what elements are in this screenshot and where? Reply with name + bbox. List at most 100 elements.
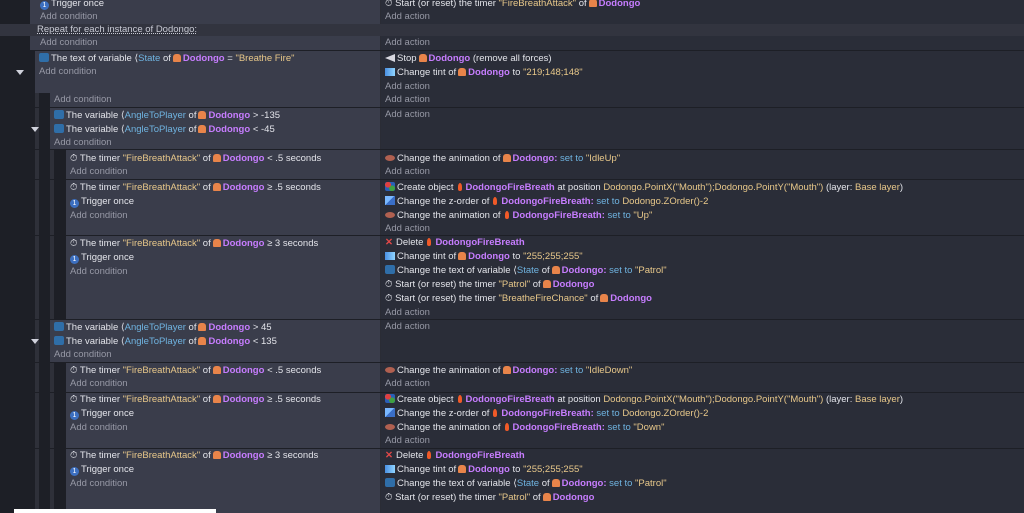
- add-condition-link[interactable]: Add condition: [70, 421, 128, 435]
- condition-angle-gt[interactable]: The variable ⟨AngleToPlayer of Dodongo > …: [54, 109, 280, 123]
- action-change-text-variable[interactable]: Change the text of variable ⟨State of Dod…: [385, 264, 667, 278]
- dodongo-icon: [198, 323, 207, 331]
- event-timer-ge-up: ⏱ The timer "FireBreathAttack" of Dodongo…: [0, 180, 1024, 235]
- add-action-link[interactable]: Add action: [385, 93, 430, 107]
- variable-icon: [54, 322, 64, 331]
- add-action-link[interactable]: Add action: [385, 165, 430, 179]
- event-timer-3-up: ⏱ The timer "FireBreathAttack" of Dodongo…: [0, 236, 1024, 319]
- delete-icon: ✕: [385, 237, 393, 248]
- add-condition-link[interactable]: Add condition: [54, 348, 112, 362]
- fire-breath-icon: [427, 451, 432, 459]
- action-change-animation[interactable]: Change the animation of Dodongo: set to "…: [385, 364, 632, 378]
- dodongo-icon: [458, 465, 467, 473]
- fire-breath-icon: [504, 423, 509, 431]
- add-condition-link[interactable]: Add condition: [70, 377, 128, 391]
- action-change-animation[interactable]: Change the animation of Dodongo: set to "…: [385, 152, 620, 166]
- variable-icon: [385, 265, 395, 274]
- timer-icon: ⏱: [70, 182, 80, 193]
- tint-icon: [385, 465, 395, 473]
- add-action-link[interactable]: Add action: [385, 80, 430, 94]
- action-change-tint[interactable]: Change tint of Dodongo to "219;148;148": [385, 66, 583, 80]
- action-start-timer-chance[interactable]: ⏱ Start (or reset) the timer "BreatheFir…: [385, 292, 652, 306]
- condition-timer[interactable]: ⏱ The timer "FireBreathAttack" of Dodongo…: [70, 181, 321, 195]
- action-create-object[interactable]: Create object DodongoFireBreath at positi…: [385, 181, 903, 195]
- action-create-object[interactable]: Create object DodongoFireBreath at positi…: [385, 393, 903, 407]
- condition-trigger-once[interactable]: 1 Trigger once: [70, 463, 134, 477]
- fire-breath-icon: [504, 211, 509, 219]
- add-condition-link[interactable]: Add condition: [40, 10, 98, 24]
- repeat-header[interactable]: Repeat for each instance of Dodongo:: [0, 24, 1024, 36]
- timer-icon: ⏱: [385, 0, 396, 9]
- action-change-animation[interactable]: Change the animation of DodongoFireBreath…: [385, 421, 664, 435]
- action-change-zorder[interactable]: Change the z-order of DodongoFireBreath: …: [385, 407, 708, 421]
- action-change-tint[interactable]: Change tint of Dodongo to "255;255;255": [385, 250, 583, 264]
- collapse-arrow-icon[interactable]: [31, 127, 39, 132]
- timer-icon: ⏱: [70, 365, 80, 376]
- animation-icon: [385, 367, 395, 373]
- condition-trigger-once[interactable]: 1 Trigger once: [70, 195, 134, 209]
- action-start-timer-patrol[interactable]: ⏱ Start (or reset) the timer "Patrol" of…: [385, 278, 594, 292]
- condition-angle-lt[interactable]: The variable ⟨AngleToPlayer of Dodongo < …: [54, 123, 275, 137]
- dodongo-icon: [458, 68, 467, 76]
- add-condition-link[interactable]: Add condition: [39, 65, 97, 79]
- add-action-link[interactable]: Add action: [385, 222, 430, 236]
- variable-icon: [385, 478, 395, 487]
- add-action-link[interactable]: Add action: [385, 434, 430, 448]
- add-action-link[interactable]: Add action: [385, 306, 430, 320]
- collapse-arrow-icon[interactable]: [16, 70, 24, 75]
- trigger-icon: 1: [40, 1, 49, 10]
- fire-breath-icon: [427, 238, 432, 246]
- event-timer-lt-up: ⏱ The timer "FireBreathAttack" of Dodongo…: [0, 150, 1024, 179]
- trigger-icon: 1: [70, 411, 79, 420]
- action-start-timer-patrol[interactable]: ⏱ Start (or reset) the timer "Patrol" of…: [385, 491, 594, 505]
- dodongo-icon: [418, 54, 427, 62]
- conditions-panel: 1 Trigger once Add condition: [30, 0, 381, 24]
- add-condition-link[interactable]: Add condition: [70, 477, 128, 491]
- add-action-link[interactable]: Add action: [385, 108, 430, 122]
- condition-timer[interactable]: ⏱ The timer "FireBreathAttack" of Dodongo…: [70, 393, 321, 407]
- add-condition-link[interactable]: Add condition: [70, 265, 128, 279]
- condition-trigger-once[interactable]: 1 Trigger once: [70, 407, 134, 421]
- condition-angle-lt[interactable]: The variable ⟨AngleToPlayer of Dodongo < …: [54, 335, 277, 349]
- dodongo-icon: [198, 111, 207, 119]
- action-delete[interactable]: ✕ Delete DodongoFireBreath: [385, 449, 525, 463]
- action-change-animation[interactable]: Change the animation of DodongoFireBreath…: [385, 209, 652, 223]
- add-condition-link[interactable]: Add condition: [54, 93, 112, 107]
- scrollbar-thumb[interactable]: [14, 509, 216, 513]
- condition-timer[interactable]: ⏱ The timer "FireBreathAttack" of Dodongo…: [70, 152, 321, 166]
- add-condition-link[interactable]: Add condition: [70, 209, 128, 223]
- condition-angle-gt[interactable]: The variable ⟨AngleToPlayer of Dodongo > …: [54, 321, 272, 335]
- action-change-tint[interactable]: Change tint of Dodongo to "255;255;255": [385, 463, 583, 477]
- create-object-icon: [385, 394, 395, 403]
- condition-timer[interactable]: ⏱ The timer "FireBreathAttack" of Dodongo…: [70, 237, 318, 251]
- event-angle-up: The variable ⟨AngleToPlayer of Dodongo > …: [0, 108, 1024, 149]
- collapse-arrow-icon[interactable]: [31, 339, 39, 344]
- fire-breath-icon: [457, 183, 462, 191]
- add-condition-link[interactable]: Add condition: [40, 36, 98, 50]
- fire-breath-icon: [493, 409, 498, 417]
- animation-icon: [385, 212, 395, 218]
- fire-breath-icon: [457, 395, 462, 403]
- add-action-link[interactable]: Add action: [385, 10, 430, 24]
- action-change-zorder[interactable]: Change the z-order of DodongoFireBreath: …: [385, 195, 708, 209]
- condition-timer[interactable]: ⏱ The timer "FireBreathAttack" of Dodongo…: [70, 449, 318, 463]
- add-action-link[interactable]: Add action: [385, 320, 430, 334]
- action-delete[interactable]: ✕ Delete DodongoFireBreath: [385, 236, 525, 250]
- add-action-link[interactable]: Add action: [385, 36, 430, 50]
- tint-icon: [385, 252, 395, 260]
- dodongo-icon: [198, 125, 207, 133]
- add-condition-link[interactable]: Add condition: [70, 165, 128, 179]
- add-condition-link[interactable]: Add condition: [54, 136, 112, 150]
- action-stop[interactable]: Stop Dodongo (remove all forces): [385, 52, 552, 66]
- condition-text-variable[interactable]: The text of variable ⟨State of Dodongo = …: [39, 52, 294, 66]
- condition-trigger-once[interactable]: 1 Trigger once: [70, 251, 134, 265]
- animation-icon: [385, 155, 395, 161]
- repeat-for-each-label: Repeat for each instance of Dodongo:: [37, 24, 198, 35]
- add-action-link[interactable]: Add action: [385, 377, 430, 391]
- action-change-text-variable[interactable]: Change the text of variable ⟨State of Dod…: [385, 477, 667, 491]
- dodongo-icon: [551, 479, 560, 487]
- condition-timer[interactable]: ⏱ The timer "FireBreathAttack" of Dodongo…: [70, 364, 321, 378]
- variable-icon: [39, 53, 49, 62]
- tint-icon: [385, 68, 395, 76]
- timer-icon: ⏱: [385, 279, 396, 290]
